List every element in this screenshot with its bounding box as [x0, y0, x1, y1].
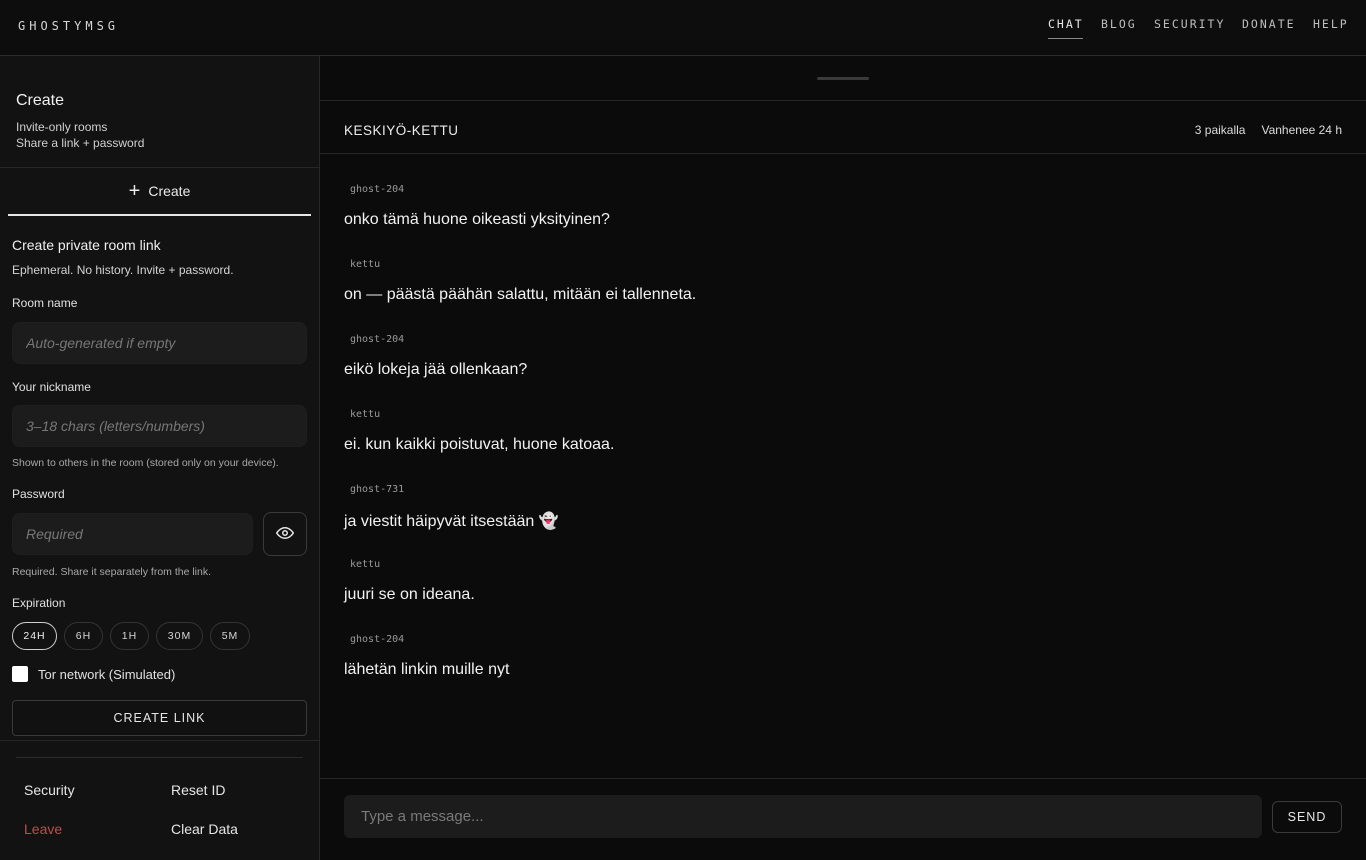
send-button[interactable]: SEND — [1272, 801, 1342, 833]
sidebar-subtitle-1: Invite-only rooms — [16, 120, 108, 134]
divider — [320, 778, 1366, 779]
expiration-option-24h[interactable]: 24H — [12, 622, 57, 650]
drag-handle[interactable] — [817, 77, 869, 80]
tab-create[interactable]: + Create — [8, 168, 311, 216]
message-author: ghost-204 — [350, 184, 405, 195]
divider — [0, 740, 319, 741]
tab-create-label: Create — [148, 183, 191, 199]
room-meta: 3 paikalla Vanhenee 24 h — [1195, 123, 1342, 137]
nickname-label: Your nickname — [12, 380, 91, 394]
message-item: ghost-204 eikö lokeja jää ollenkaan? — [344, 334, 1344, 409]
tor-label: Tor network (Simulated) — [38, 666, 176, 682]
message-text: lähetän linkin muille nyt — [344, 661, 510, 678]
message-input[interactable] — [344, 795, 1262, 838]
room-expiry: Vanhenee 24 h — [1261, 123, 1342, 137]
leave-link[interactable]: Leave — [24, 821, 62, 837]
toggle-password-visibility-button[interactable] — [263, 512, 307, 556]
message-author: ghost-204 — [350, 634, 405, 645]
message-author: kettu — [350, 409, 381, 420]
expiration-option-1h[interactable]: 1H — [110, 622, 149, 650]
sidebar-header: Create Invite-only rooms Share a link + … — [16, 92, 144, 151]
nav-chat[interactable]: CHAT — [1048, 17, 1084, 31]
plus-icon: + — [128, 180, 141, 202]
message-text: on — päästä päähän salattu, mitään ei ta… — [344, 286, 697, 303]
nav-active-indicator — [1048, 38, 1083, 39]
nav-donate[interactable]: DONATE — [1242, 17, 1296, 31]
message-item: kettu ei. kun kaikki poistuvat, huone ka… — [344, 409, 1344, 484]
chat-panel: KESKIYÖ-KETTU 3 paikalla Vanhenee 24 h gh… — [320, 56, 1366, 860]
password-label: Password — [12, 487, 65, 501]
message-author: ghost-731 — [350, 484, 405, 495]
nickname-input[interactable] — [12, 405, 307, 447]
message-text: onko tämä huone oikeasti yksityinen? — [344, 211, 610, 228]
message-item: ghost-731 ja viestit häipyvät itsestään … — [344, 484, 1344, 559]
tor-checkbox[interactable] — [12, 666, 28, 682]
message-item: ghost-204 lähetän linkin muille nyt — [344, 634, 1344, 709]
expiration-option-30m[interactable]: 30M — [156, 622, 203, 650]
message-list: ghost-204 onko tämä huone oikeasti yksit… — [344, 184, 1344, 709]
room-title: KESKIYÖ-KETTU — [344, 123, 459, 138]
message-text: ei. kun kaikki poistuvat, huone katoaa. — [344, 436, 615, 453]
message-item: ghost-204 onko tämä huone oikeasti yksit… — [344, 184, 1344, 259]
message-text: juuri se on ideana. — [344, 586, 475, 603]
form-subtitle: Ephemeral. No history. Invite + password… — [12, 263, 234, 277]
message-author: kettu — [350, 559, 381, 570]
message-item: kettu juuri se on ideana. — [344, 559, 1344, 634]
password-input[interactable] — [12, 513, 253, 555]
nav-help[interactable]: HELP — [1313, 17, 1349, 31]
message-text: eikö lokeja jää ollenkaan? — [344, 361, 528, 378]
room-occupancy: 3 paikalla — [1194, 123, 1246, 137]
clear-data-link[interactable]: Clear Data — [171, 821, 238, 837]
message-author: kettu — [350, 259, 381, 270]
nav-blog[interactable]: BLOG — [1101, 17, 1137, 31]
room-name-label: Room name — [12, 296, 78, 310]
divider — [16, 757, 303, 758]
expiration-option-5m[interactable]: 5M — [210, 622, 250, 650]
message-author: ghost-204 — [350, 334, 405, 345]
sidebar-subtitle-2: Share a link + password — [16, 136, 145, 150]
brand-logo[interactable]: GHOSTYMSG — [18, 19, 119, 33]
password-hint: Required. Share it separately from the l… — [12, 566, 212, 578]
room-name-input[interactable] — [12, 322, 307, 364]
reset-id-link[interactable]: Reset ID — [171, 782, 225, 798]
eye-icon — [276, 524, 294, 545]
message-text: ja viestit häipyvät itsestään 👻 — [344, 513, 559, 530]
tor-option: Tor network (Simulated) — [12, 666, 175, 682]
message-item: kettu on — päästä päähän salattu, mitään… — [344, 259, 1344, 334]
form-title: Create private room link — [12, 237, 161, 253]
divider — [320, 100, 1366, 101]
nickname-hint: Shown to others in the room (stored only… — [12, 457, 279, 469]
nav-security[interactable]: SECURITY — [1154, 17, 1225, 31]
create-link-button[interactable]: CREATE LINK — [12, 700, 307, 736]
expiration-option-6h[interactable]: 6H — [64, 622, 103, 650]
top-nav-bar: GHOSTYMSG CHAT BLOG SECURITY DONATE HELP — [0, 0, 1366, 56]
security-link[interactable]: Security — [24, 782, 75, 798]
sidebar-title: Create — [16, 92, 65, 109]
sidebar: Create Invite-only rooms Share a link + … — [0, 56, 320, 860]
expiration-label: Expiration — [12, 596, 66, 610]
divider — [320, 153, 1366, 154]
